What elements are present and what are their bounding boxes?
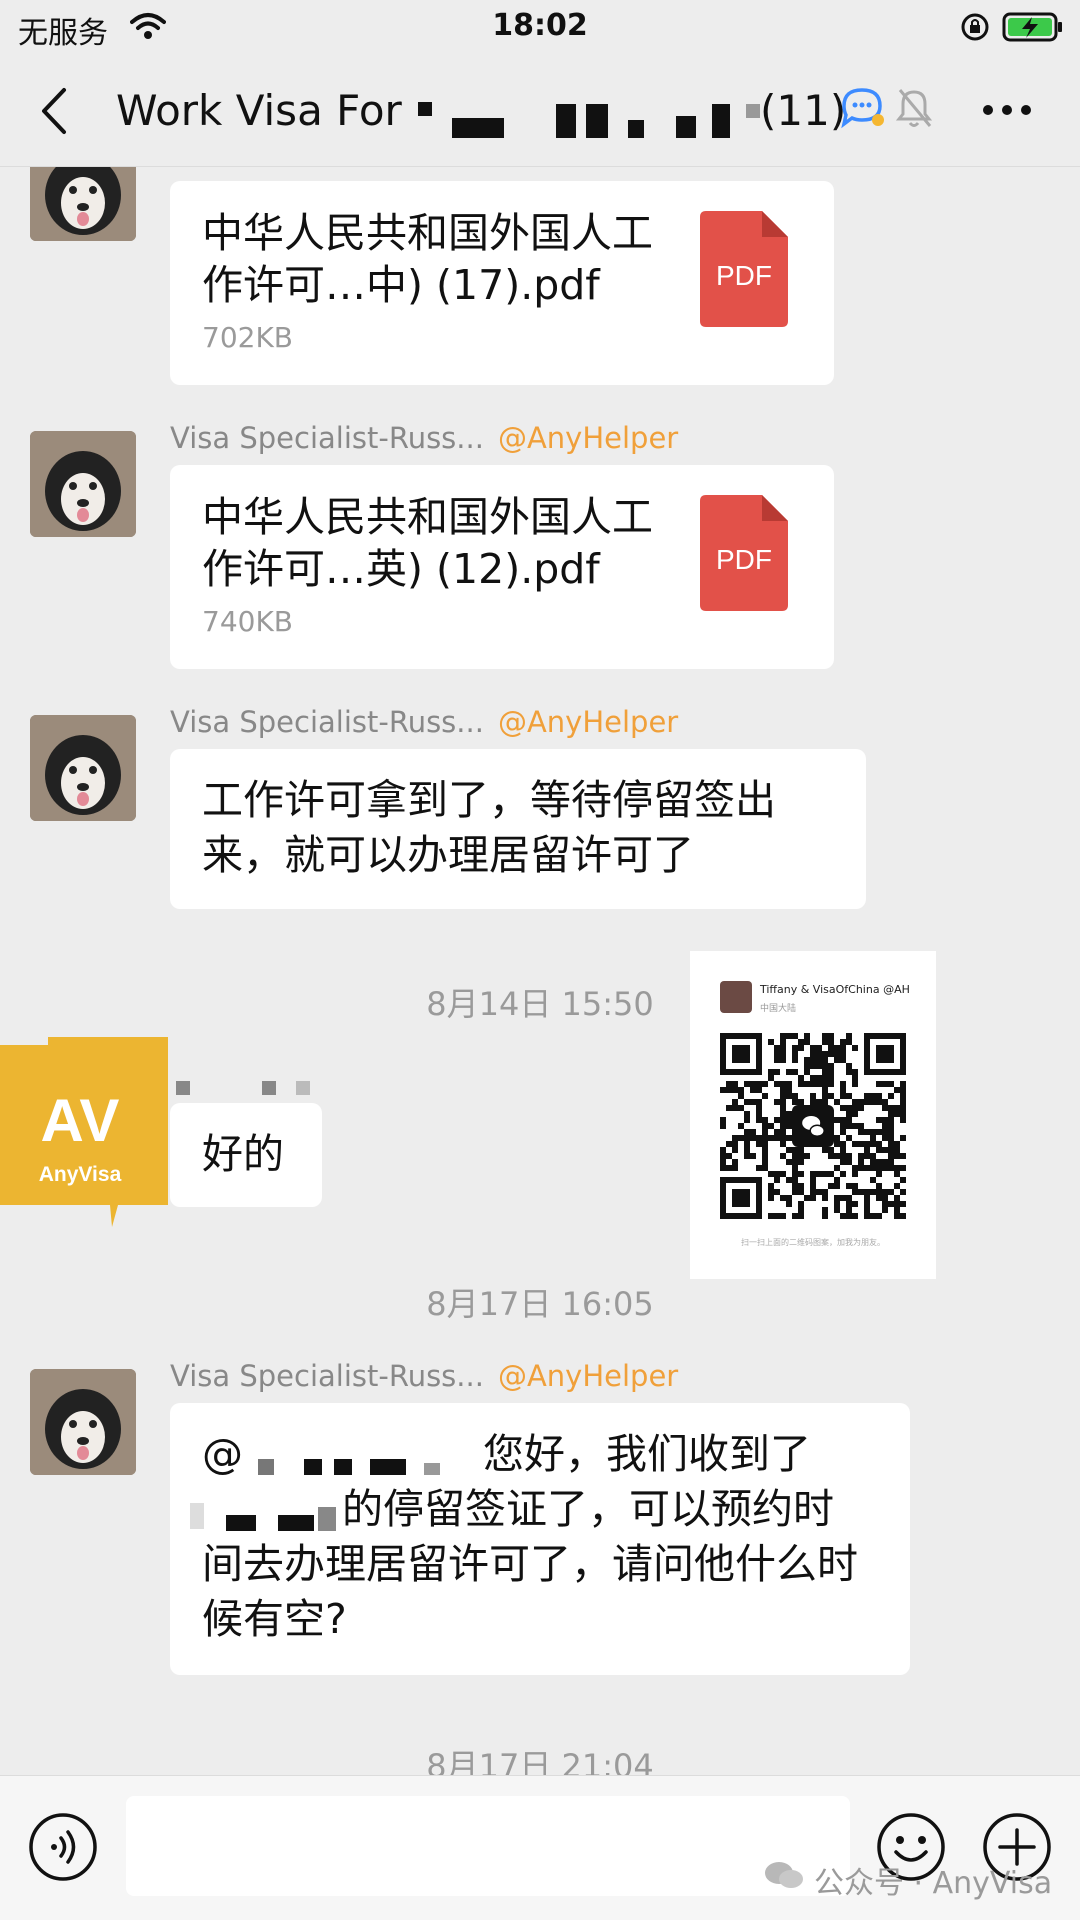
anyvisa-logo: AV AnyVisa — [0, 1029, 168, 1229]
wechat-watermark-icon — [765, 1862, 803, 1888]
chat-message-list[interactable]: Visa Specialist-Russ...@AnyHelper 中华人民共和… — [0, 167, 1080, 1775]
mute-bell-icon[interactable] — [896, 86, 932, 130]
svg-text:PDF: PDF — [716, 260, 772, 291]
dog-avatar-image — [30, 1369, 136, 1475]
watermark-text: 公众号 · AnyVisa — [814, 1866, 1053, 1901]
file-name: 中华人民共和国外国人工作许可…英) (12).pdf — [202, 493, 653, 593]
redaction-mark — [258, 1459, 274, 1475]
svg-text:AnyVisa: AnyVisa — [39, 1163, 122, 1186]
dog-avatar-image — [30, 431, 136, 537]
qr-card-title: Tiffany & VisaOfChina @AH — [760, 983, 910, 996]
text-message-bubble[interactable]: 好的 — [170, 1103, 322, 1207]
message-text: 好的 — [202, 1130, 284, 1178]
avatar[interactable] — [30, 167, 136, 241]
file-message-bubble[interactable]: 中华人民共和国外国人工作许可…中) (17).pdf 702KB PDF — [170, 181, 834, 385]
chat-title[interactable]: Work Visa For — [116, 86, 402, 135]
timestamp: 8月17日 21:04 — [426, 1747, 654, 1775]
redaction-mark — [746, 104, 760, 118]
redaction-mark — [424, 1463, 440, 1475]
rotation-lock-icon — [961, 13, 989, 41]
redaction-mark — [226, 1515, 256, 1531]
qr-code-image — [720, 1033, 906, 1219]
qr-card-avatar — [720, 981, 752, 1013]
back-arrow-icon[interactable] — [36, 84, 70, 138]
redaction-mark — [296, 1081, 310, 1095]
timestamp: 8月17日 16:05 — [426, 1285, 654, 1323]
battery-charging-icon — [1002, 12, 1062, 42]
redaction-mark — [304, 1459, 322, 1475]
redaction-mark — [370, 1459, 406, 1475]
redaction-mark — [556, 104, 576, 138]
file-size: 740KB — [202, 605, 294, 638]
redaction-mark — [262, 1081, 276, 1095]
redaction-mark — [628, 120, 644, 138]
nav-bar: Work Visa For (11) — [0, 56, 1080, 167]
text-message-bubble[interactable]: 工作许可拿到了，等待停留签出来，就可以办理居留许可了 — [170, 749, 866, 909]
avatar[interactable] — [30, 715, 136, 821]
redaction-mark — [176, 1081, 190, 1095]
sender-name: Visa Specialist-Russ... @AnyHelper — [170, 1359, 679, 1393]
file-name: 中华人民共和国外国人工作许可…中) (17).pdf — [202, 209, 653, 309]
avatar[interactable] — [30, 1369, 136, 1475]
dog-avatar-image — [30, 167, 136, 241]
message-text: 工作许可拿到了，等待停留签出来，就可以办理居留许可了 — [202, 776, 776, 879]
redaction-mark — [452, 104, 504, 138]
sender-name: Visa Specialist-Russ... @AnyHelper — [170, 421, 679, 455]
redaction-mark — [190, 1503, 204, 1529]
qr-card-footer: 扫一扫上面的二维码图案，加我为朋友。 — [741, 1238, 885, 1247]
voice-input-icon[interactable] — [28, 1812, 98, 1882]
file-message-bubble[interactable]: 中华人民共和国外国人工作许可…英) (12).pdf 740KB PDF — [170, 465, 834, 669]
redaction-mark — [318, 1507, 336, 1531]
file-size: 702KB — [202, 321, 294, 354]
pdf-file-icon: PDF — [700, 211, 788, 327]
redaction-mark — [334, 1459, 352, 1475]
svg-text:PDF: PDF — [716, 544, 772, 575]
member-count: (11) — [760, 86, 847, 135]
message-line-rest: 间去办理居留许可了，请问他什么时候有空? — [202, 1540, 858, 1643]
message-input-field[interactable] — [126, 1796, 850, 1896]
text-message-bubble[interactable]: @ 您好，我们收到了 的停留签证了，可以预约时 间去办理居留许可了，请问他什么时候… — [170, 1403, 910, 1675]
redaction-mark — [418, 102, 432, 116]
status-bar: 无服务 18:02 — [0, 0, 1080, 56]
group-chat-bubble-icon[interactable] — [838, 86, 886, 130]
dog-avatar-image — [30, 715, 136, 821]
pdf-file-icon: PDF — [700, 495, 788, 611]
svg-text:AV: AV — [41, 1087, 120, 1154]
avatar[interactable] — [30, 431, 136, 537]
sender-name: Visa Specialist-Russ... @AnyHelper — [170, 705, 679, 739]
redaction-mark — [586, 104, 608, 138]
qr-code-card[interactable]: Tiffany & VisaOfChina @AH 中国大陆 扫一扫上面的二维码… — [690, 951, 936, 1279]
clock: 18:02 — [492, 8, 588, 43]
redaction-mark — [712, 104, 730, 138]
redaction-mark — [278, 1515, 314, 1531]
more-options-icon[interactable] — [982, 104, 1032, 116]
qr-card-subtitle: 中国大陆 — [760, 1004, 797, 1014]
redaction-mark — [676, 116, 696, 138]
